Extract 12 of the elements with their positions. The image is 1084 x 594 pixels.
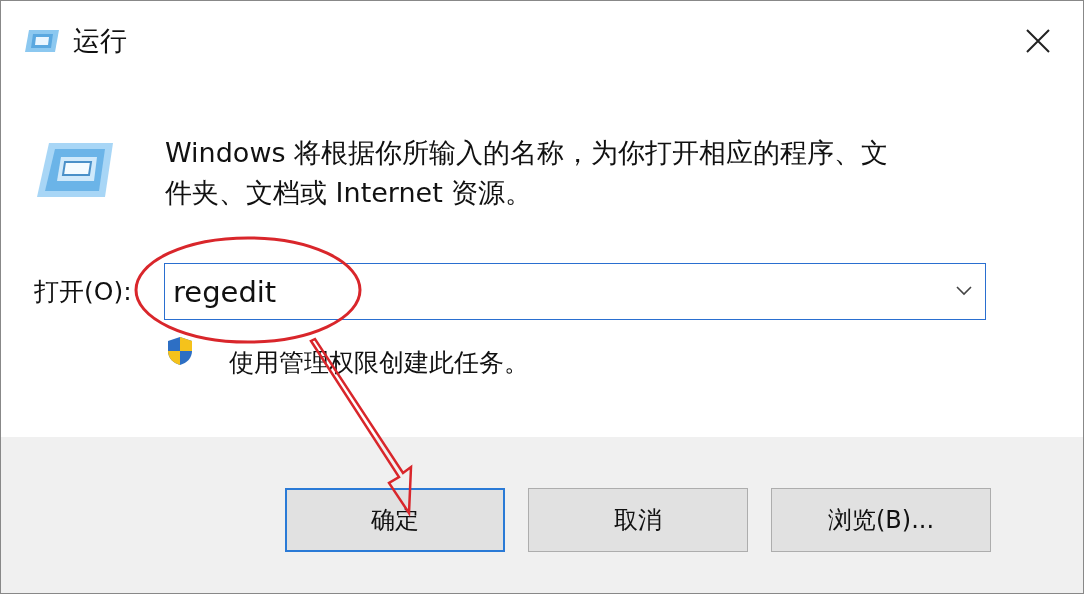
dialog-button[interactable]: 浏览(B)...	[771, 488, 991, 552]
open-label: 打开(O):	[34, 276, 133, 308]
chevron-down-icon[interactable]	[956, 286, 972, 296]
description-text: Windows 将根据你所输入的名称，为你打开相应的程序、文件夹、文档或 Internet 资源。	[165, 136, 890, 210]
run-icon	[35, 141, 115, 199]
command-input-field[interactable]: regedit	[164, 263, 986, 320]
run-icon	[23, 28, 61, 54]
shield-icon	[166, 336, 194, 366]
dialog-button[interactable]: 确定	[285, 488, 505, 552]
close-icon[interactable]	[1025, 28, 1051, 54]
dialog-button[interactable]: 取消	[528, 488, 748, 552]
window-title: 运行	[73, 24, 127, 58]
